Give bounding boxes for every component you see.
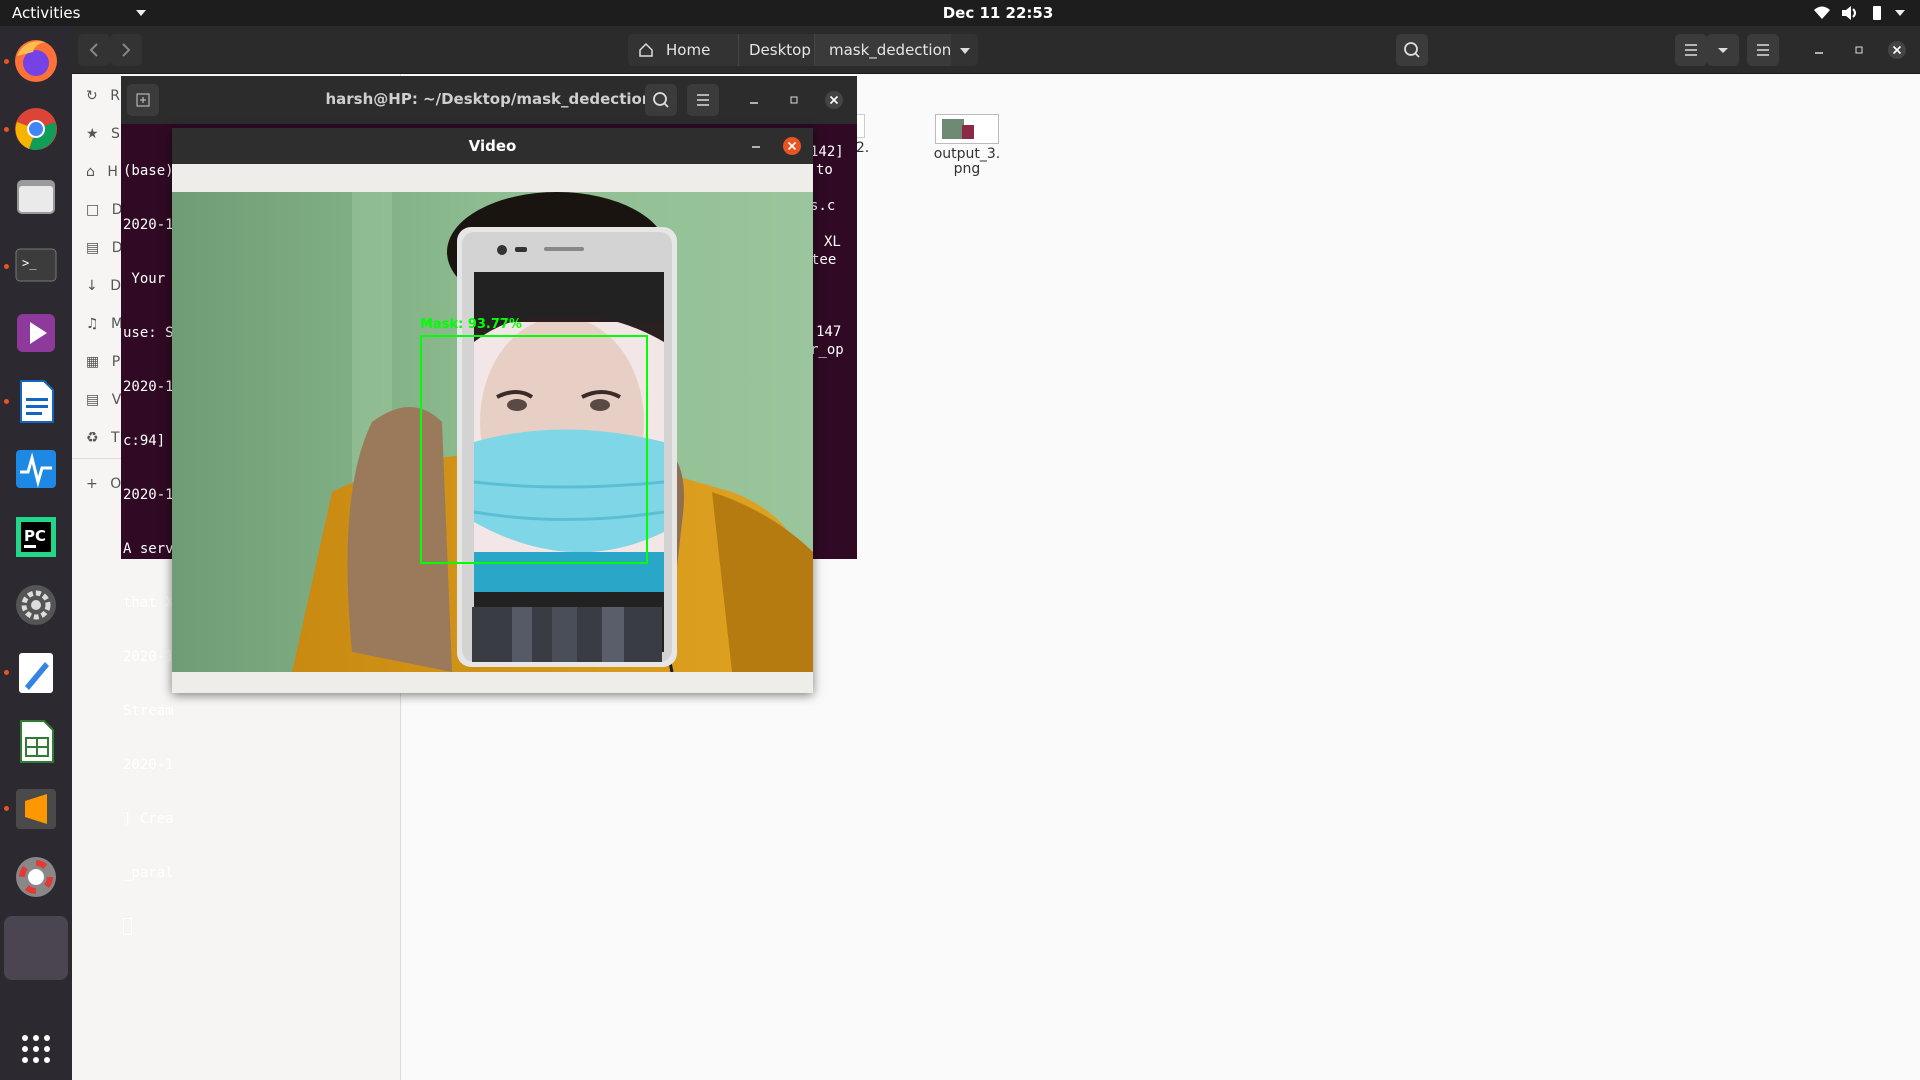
terminal-headerbar: harsh@HP: ~/Desktop/mask_dedection — [121, 76, 857, 124]
files-headerbar: Home Desktop mask_dedection — [72, 26, 1920, 74]
power-icon[interactable] — [1868, 5, 1886, 25]
terminal-line: r_op — [810, 342, 844, 358]
path-home[interactable]: Home — [666, 34, 710, 66]
sidebar-item-trash[interactable]: ♻ T — [86, 430, 120, 450]
sidebar-item-pictures[interactable]: ▦ P — [86, 354, 120, 374]
terminal-menu-button[interactable] — [687, 84, 719, 116]
forward-button[interactable] — [110, 34, 142, 66]
path-bar: Home Desktop mask_dedection — [628, 34, 978, 66]
running-indicator — [4, 127, 9, 132]
file-item[interactable]: output_3. png — [925, 114, 1009, 177]
terminal-line: to — [816, 162, 833, 178]
dock: >_ PC — [0, 26, 72, 1080]
terminal-search-button[interactable] — [645, 84, 677, 116]
text-editor-icon[interactable] — [11, 648, 61, 698]
sidebar-item-desktop[interactable]: □ D — [86, 202, 122, 222]
wifi-icon[interactable] — [1813, 5, 1831, 25]
maximize-icon[interactable] — [1851, 42, 1867, 62]
terminal-line: ] Crea — [123, 811, 174, 827]
top-bar: Activities Dec 11 22:53 — [0, 0, 1920, 26]
close-icon[interactable] — [1887, 40, 1907, 64]
terminal-line: _paral — [123, 865, 174, 881]
terminal-line: 147 — [816, 324, 842, 340]
detection-label: Mask: 93.77% — [420, 317, 522, 332]
running-indicator — [4, 806, 9, 811]
show-apps-icon[interactable] — [11, 1024, 61, 1074]
image-thumbnail-icon — [935, 114, 999, 144]
path-desktop[interactable]: Desktop — [738, 34, 811, 66]
sidebar-item-starred[interactable]: ★ S — [86, 126, 120, 146]
running-indicator — [4, 59, 9, 64]
terminal-line: s.c — [810, 198, 836, 214]
path-current-folder[interactable]: mask_dedection — [814, 34, 952, 66]
terminal-line: 142] — [810, 144, 844, 160]
volume-icon[interactable] — [1841, 5, 1859, 25]
close-icon[interactable] — [824, 90, 844, 114]
back-button[interactable] — [78, 34, 110, 66]
writer-icon[interactable] — [11, 376, 61, 426]
minimize-icon[interactable] — [1811, 42, 1827, 62]
sidebar-item-downloads[interactable]: ↓ D — [86, 278, 121, 298]
video-title: Video — [468, 137, 517, 155]
close-icon[interactable] — [782, 136, 802, 160]
terminal-line: tee — [811, 252, 837, 268]
minimize-icon[interactable] — [748, 138, 764, 158]
view-list-button[interactable] — [1675, 34, 1707, 66]
sidebar-item-home[interactable]: ⌂ H — [86, 164, 118, 184]
calc-icon[interactable] — [11, 716, 61, 766]
sidebar-item-other-locations[interactable]: + O — [86, 476, 121, 496]
menu-button[interactable] — [1747, 34, 1779, 66]
settings-icon[interactable] — [11, 580, 61, 630]
sidebar-item-recent[interactable]: ↻ R — [86, 88, 120, 108]
running-indicator — [4, 399, 9, 404]
svg-text:>_: >_ — [22, 256, 37, 270]
media-player-icon[interactable] — [11, 308, 61, 358]
svg-text:PC: PC — [24, 527, 46, 545]
system-menu-icon[interactable] — [1895, 10, 1905, 16]
maximize-icon[interactable] — [786, 92, 802, 112]
system-monitor-icon[interactable] — [11, 444, 61, 494]
home-icon — [638, 42, 654, 62]
view-options-button[interactable] — [1707, 34, 1739, 66]
video-window[interactable]: Video Mask: 93.77% — [172, 128, 813, 693]
terminal-line: Stream — [123, 703, 174, 719]
terminal-icon[interactable]: >_ — [11, 240, 61, 290]
terminal-line: 2020-1 — [123, 757, 174, 773]
pycharm-icon[interactable]: PC — [11, 512, 61, 562]
minimize-icon[interactable] — [746, 92, 762, 112]
video-feed: Mask: 93.77% — [172, 192, 813, 672]
terminal-cursor — [123, 918, 132, 935]
video-titlebar: Video — [172, 128, 813, 164]
clock[interactable]: Dec 11 22:53 — [0, 4, 1920, 22]
files-icon[interactable] — [11, 172, 61, 222]
sidebar-item-videos[interactable]: ▤ V — [86, 392, 121, 412]
path-menu-icon[interactable] — [960, 48, 970, 54]
sidebar-item-music[interactable]: ♫ M — [86, 316, 123, 336]
sidebar-item-documents[interactable]: ▤ D — [86, 240, 122, 260]
detection-box — [420, 335, 648, 564]
running-indicator — [4, 264, 9, 269]
help-icon[interactable] — [11, 852, 61, 902]
search-button[interactable] — [1396, 34, 1428, 66]
sublime-icon[interactable] — [11, 784, 61, 834]
running-app-icon[interactable] — [4, 916, 68, 980]
terminal-line: XL — [824, 234, 841, 250]
firefox-icon[interactable] — [11, 36, 61, 86]
running-indicator — [4, 670, 9, 675]
chrome-icon[interactable] — [11, 104, 61, 154]
